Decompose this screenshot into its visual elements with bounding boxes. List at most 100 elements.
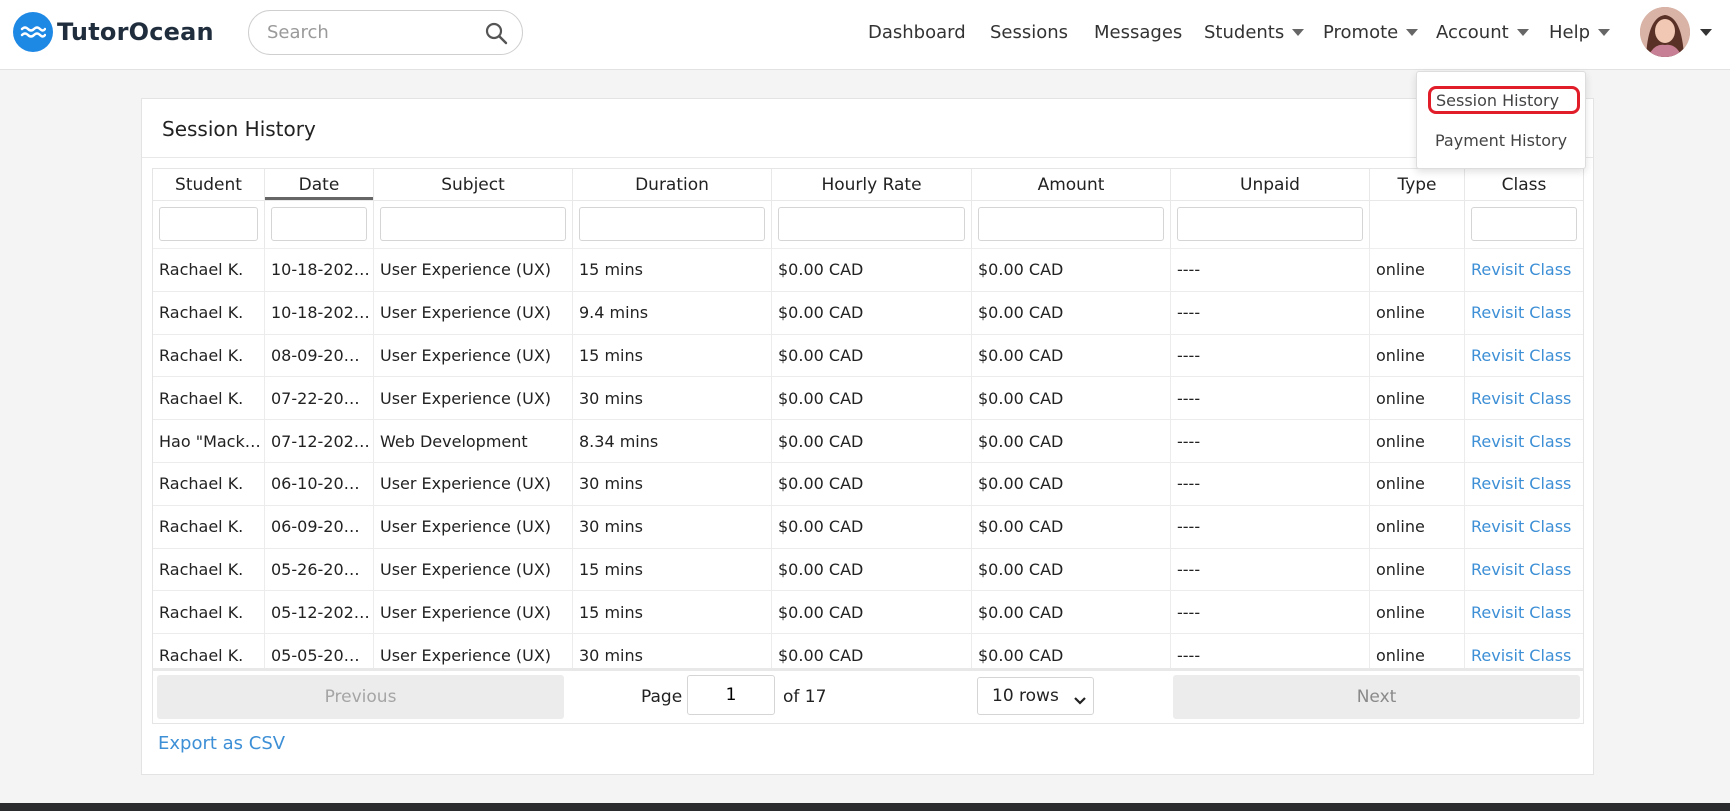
nav-account[interactable]: Account bbox=[1436, 18, 1529, 46]
filter-class-input[interactable] bbox=[1471, 207, 1577, 241]
menu-item-payment-history[interactable]: Payment History bbox=[1428, 126, 1567, 154]
column-header-duration[interactable]: Duration bbox=[573, 169, 772, 201]
column-header-amount[interactable]: Amount bbox=[972, 169, 1171, 201]
cell-hourly-rate: $0.00 CAD bbox=[772, 291, 972, 334]
revisit-class-label[interactable]: Revisit Class bbox=[1471, 335, 1571, 376]
revisit-class-label[interactable]: Revisit Class bbox=[1471, 378, 1571, 419]
table-row: Rachael K. 10-18-202… User Experience (UX)… bbox=[153, 291, 1583, 335]
cell-hourly-rate: $0.00 CAD bbox=[772, 548, 972, 591]
revisit-class-link[interactable]: Revisit Class bbox=[1465, 506, 1583, 548]
cell-date-text: 07-22-20… bbox=[271, 388, 360, 408]
column-header-unpaid[interactable]: Unpaid bbox=[1171, 169, 1370, 201]
cell-date: 10-18-202… bbox=[265, 291, 374, 334]
filter-amount-input[interactable] bbox=[978, 207, 1164, 241]
revisit-class-label[interactable]: Revisit Class bbox=[1471, 249, 1571, 290]
cell-amount: $0.00 CAD bbox=[972, 334, 1171, 377]
cell-student: Rachael K. bbox=[153, 462, 265, 505]
chevron-down-icon[interactable] bbox=[1700, 29, 1712, 36]
divider bbox=[142, 157, 1593, 158]
filter-hourly-rate-input[interactable] bbox=[778, 207, 965, 241]
revisit-class-label[interactable]: Revisit Class bbox=[1471, 506, 1571, 547]
nav-dashboard[interactable]: Dashboard bbox=[868, 18, 966, 46]
column-header-student[interactable]: Student bbox=[153, 169, 265, 201]
revisit-class-link[interactable]: Revisit Class bbox=[1465, 377, 1583, 419]
revisit-class-link[interactable]: Revisit Class bbox=[1465, 420, 1583, 462]
chevron-down-icon bbox=[1598, 28, 1611, 36]
cell-unpaid-text: ---- bbox=[1177, 388, 1201, 408]
cell-unpaid-text: ---- bbox=[1177, 303, 1201, 323]
cell-hourly-rate: $0.00 CAD bbox=[772, 591, 972, 634]
column-header-hourly-rate[interactable]: Hourly Rate bbox=[772, 169, 972, 201]
nav-help[interactable]: Help bbox=[1549, 18, 1611, 46]
cell-duration: 15 mins bbox=[573, 249, 772, 291]
nav-students[interactable]: Students bbox=[1204, 18, 1305, 46]
revisit-class-label[interactable]: Revisit Class bbox=[1471, 421, 1571, 462]
column-header-date[interactable]: Date bbox=[265, 169, 374, 201]
search-input[interactable] bbox=[267, 11, 477, 54]
filter-unpaid-input[interactable] bbox=[1177, 207, 1363, 241]
avatar[interactable] bbox=[1640, 7, 1690, 57]
cell-student: Rachael K. bbox=[153, 591, 265, 634]
table-header-row: Student Date Subject Duration Hourly Rat… bbox=[153, 169, 1583, 201]
cell-hourly-rate-text: $0.00 CAD bbox=[778, 474, 864, 494]
table-row: Rachael K. 05-12-202… User Experience (UX)… bbox=[153, 591, 1583, 635]
revisit-class-link[interactable]: Revisit Class bbox=[1465, 335, 1583, 377]
cell-amount-text: $0.00 CAD bbox=[978, 559, 1064, 579]
revisit-class-link[interactable]: Revisit Class bbox=[1465, 591, 1583, 633]
next-button[interactable]: Next bbox=[1173, 675, 1580, 719]
filter-cell bbox=[573, 201, 772, 249]
cell-duration-text: 30 mins bbox=[579, 517, 643, 537]
rows-per-page-select[interactable]: 10 rows bbox=[977, 677, 1094, 715]
cell-unpaid-text: ---- bbox=[1177, 559, 1201, 579]
filter-duration-input[interactable] bbox=[579, 207, 765, 241]
filter-cell bbox=[1171, 201, 1370, 249]
cell-student-text: Hao "Mack… bbox=[159, 431, 261, 451]
filter-date-input[interactable] bbox=[271, 207, 367, 241]
page-count-label: of 17 bbox=[783, 687, 827, 707]
cell-amount-text: $0.00 CAD bbox=[978, 602, 1064, 622]
cell-hourly-rate: $0.00 CAD bbox=[772, 334, 972, 377]
filter-subject-input[interactable] bbox=[380, 207, 566, 241]
cell-date: 05-26-20… bbox=[265, 548, 374, 591]
cell-date-text: 10-18-202… bbox=[271, 303, 370, 323]
search-icon[interactable] bbox=[484, 21, 508, 49]
cell-hourly-rate-text: $0.00 CAD bbox=[778, 559, 864, 579]
revisit-class-label[interactable]: Revisit Class bbox=[1471, 592, 1571, 633]
nav-promote[interactable]: Promote bbox=[1323, 18, 1419, 46]
session-history-card: Session History Student Date Subject Dur… bbox=[141, 98, 1594, 775]
table-row: Rachael K. 10-18-202… User Experience (UX)… bbox=[153, 249, 1583, 292]
cell-subject: User Experience (UX) bbox=[374, 462, 573, 505]
cell-duration: 15 mins bbox=[573, 334, 772, 377]
top-navbar: TutorOcean Dashboard Sessions Messages S… bbox=[0, 0, 1730, 70]
nav-messages[interactable]: Messages bbox=[1094, 18, 1182, 46]
cell-type-text: online bbox=[1376, 345, 1425, 365]
table-row: Rachael K. 06-09-20… User Experience (UX) 3… bbox=[153, 505, 1583, 549]
brand-logo[interactable]: TutorOcean bbox=[13, 12, 214, 52]
column-header-class[interactable]: Class bbox=[1465, 169, 1583, 201]
revisit-class-link[interactable]: Revisit Class bbox=[1465, 249, 1583, 291]
column-header-subject[interactable]: Subject bbox=[374, 169, 573, 201]
filter-student-input[interactable] bbox=[159, 207, 258, 241]
revisit-class-label[interactable]: Revisit Class bbox=[1471, 292, 1571, 333]
cell-student-text: Rachael K. bbox=[159, 602, 244, 622]
cell-unpaid: ---- bbox=[1171, 249, 1370, 291]
revisit-class-link[interactable]: Revisit Class bbox=[1465, 292, 1583, 334]
cell-hourly-rate-text: $0.00 CAD bbox=[778, 431, 864, 451]
export-csv-link[interactable]: Export as CSV bbox=[158, 733, 285, 754]
cell-student: Rachael K. bbox=[153, 249, 265, 291]
revisit-class-link[interactable]: Revisit Class bbox=[1465, 549, 1583, 591]
revisit-class-link[interactable]: Revisit Class bbox=[1465, 463, 1583, 505]
column-header-type[interactable]: Type bbox=[1370, 169, 1465, 201]
revisit-class-label[interactable]: Revisit Class bbox=[1471, 549, 1571, 590]
cell-amount-text: $0.00 CAD bbox=[978, 431, 1064, 451]
table-row: Hao "Mack… 07-12-202… Web Development 8.34 … bbox=[153, 420, 1583, 463]
menu-item-session-history[interactable]: Session History bbox=[1428, 86, 1580, 114]
previous-button[interactable]: Previous bbox=[157, 675, 564, 719]
search-box[interactable] bbox=[248, 10, 523, 55]
cell-unpaid-text: ---- bbox=[1177, 260, 1201, 280]
cell-subject: User Experience (UX) bbox=[374, 548, 573, 591]
cell-duration: 30 mins bbox=[573, 462, 772, 505]
revisit-class-label[interactable]: Revisit Class bbox=[1471, 463, 1571, 504]
nav-sessions[interactable]: Sessions bbox=[990, 18, 1068, 46]
page-number-input[interactable] bbox=[687, 675, 775, 715]
